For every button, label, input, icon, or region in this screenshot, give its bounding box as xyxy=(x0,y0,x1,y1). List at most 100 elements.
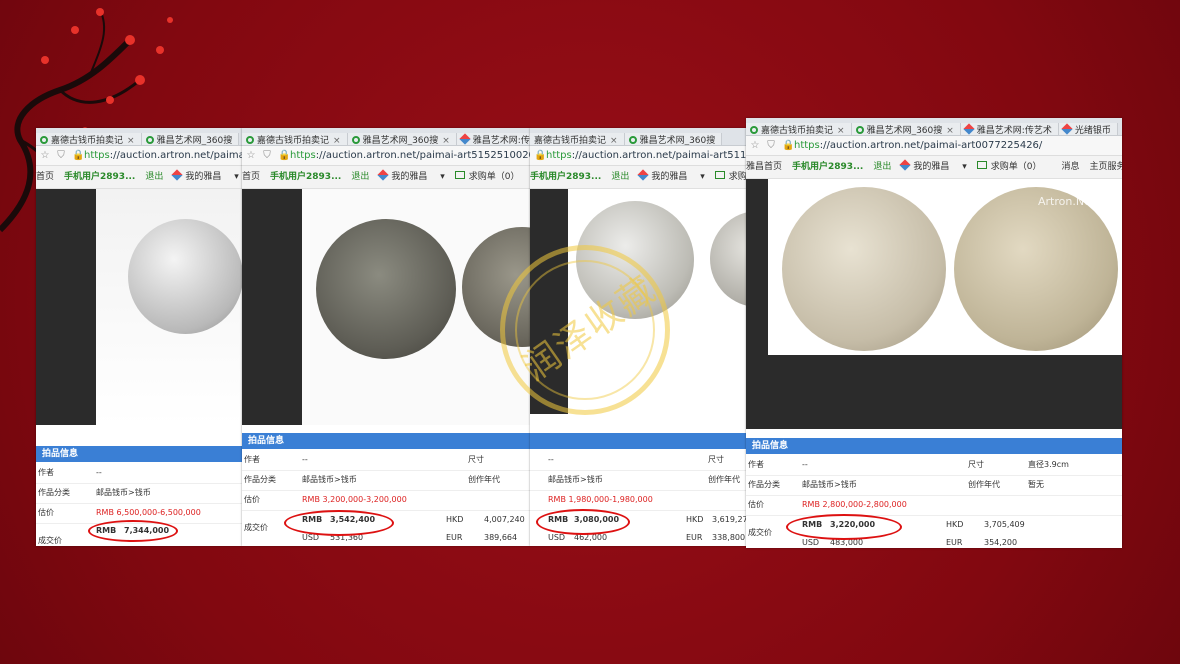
search-icon xyxy=(750,126,758,134)
site-nav: 首页 手机用户2893... 退出 我的雅昌 ▾ xyxy=(36,166,242,189)
screenshot-4: 嘉德古钱币拍卖记 × 雅昌艺术网_360搜 × 雅昌艺术网:传艺术 光绪银币 ☆ ⛉ 🔒htt… xyxy=(746,118,1122,548)
close-icon[interactable]: × xyxy=(946,126,954,135)
browser-tab[interactable]: 嘉德古钱币拍卖记 × xyxy=(36,133,142,145)
site-nav: 雅昌首页 手机用户2893... 退出 我的雅昌 ▾ 求购单（0） 消息 主页服务 xyxy=(746,156,1122,179)
nav-user[interactable]: 手机用户2893... xyxy=(792,162,863,172)
tab-label: 嘉德古钱币拍卖记 xyxy=(534,136,607,146)
cart-icon xyxy=(454,171,465,179)
browser-tab[interactable]: 雅昌艺术网_360搜 × xyxy=(347,133,457,145)
lock-icon: 🔒 xyxy=(782,140,795,151)
browser-tab[interactable]: 雅昌艺术网:传 xyxy=(456,133,530,146)
price-highlight-oval xyxy=(786,514,902,540)
address-bar[interactable]: ☆ ⛉ 🔒https://auction.artron.net/paimai-art… xyxy=(746,136,1122,156)
info-header: 拍品信息 xyxy=(746,438,1122,454)
browser-tab[interactable]: 嘉德古钱币拍卖记 × xyxy=(746,123,852,136)
tab-bar: 嘉德古钱币拍卖记 × 雅昌艺术网_360搜 × 雅昌艺术网:传艺术 光绪银币 xyxy=(746,118,1122,136)
nav-user[interactable]: 手机用户2893... xyxy=(530,172,601,182)
tab-bar: 嘉德古钱币拍卖记 × 雅昌艺术网_360搜 xyxy=(36,128,242,146)
tab-label: 雅昌艺术网:传艺术 xyxy=(976,126,1052,136)
search-icon xyxy=(351,136,360,144)
close-icon[interactable]: × xyxy=(127,136,135,145)
nav-buy[interactable]: 求购单（0） xyxy=(714,171,746,182)
lock-icon: 🔒 xyxy=(72,150,85,161)
nav-user[interactable]: 手机用户2893... xyxy=(64,172,135,182)
info-header: 拍品信息 xyxy=(242,433,530,449)
info-row-estimate: 估价 RMB 3,200,000-3,200,000 xyxy=(242,490,530,511)
site-nav: 首页 手机用户2893... 退出 我的雅昌 ▾ 求购单（0） xyxy=(242,166,530,189)
artron-logo-icon xyxy=(459,133,471,145)
price-highlight-oval xyxy=(536,509,630,535)
shield-icon: ⛉ xyxy=(767,140,775,151)
browser-tab[interactable]: 嘉德古钱币拍卖记 × xyxy=(242,133,348,146)
info-row-author: 作者 -- xyxy=(36,463,242,484)
star-icon[interactable]: ☆ xyxy=(40,146,50,165)
info-row-category: 作品分类 邮品钱币>钱币 创作年代 暂无 xyxy=(746,475,1122,496)
nav-home[interactable]: 首页 xyxy=(36,172,54,182)
nav-home[interactable]: 雅昌首页 xyxy=(746,162,782,172)
nav-my[interactable]: 我的雅昌 ▾ xyxy=(899,159,967,172)
browser-tab[interactable]: 雅昌艺术网_360搜 xyxy=(624,133,723,146)
browser-tab[interactable]: 雅昌艺术网:传艺术 xyxy=(960,123,1059,136)
info-header: 拍品信息 xyxy=(36,446,242,462)
coin-image xyxy=(36,189,242,425)
info-header xyxy=(530,433,746,449)
address-bar[interactable]: ☆ ⛉ 🔒https://auction.artron.net/paimai-art… xyxy=(242,146,530,166)
nav-logout[interactable]: 退出 xyxy=(351,172,369,182)
tab-label: 光绪银币 xyxy=(1074,126,1111,136)
star-icon[interactable]: ☆ xyxy=(750,136,760,155)
screenshot-2: 嘉德古钱币拍卖记 × 雅昌艺术网_360搜 × 雅昌艺术网:传 ☆ ⛉ 🔒https://a… xyxy=(242,128,530,546)
coin-reverse xyxy=(954,187,1118,351)
nav-home[interactable]: 首页 xyxy=(242,172,260,182)
search-icon xyxy=(628,136,637,144)
artron-logo-icon xyxy=(1061,123,1073,135)
info-row-author: -- 尺寸 xyxy=(530,450,746,471)
tab-label: 雅昌艺术网_360搜 xyxy=(639,136,716,146)
url-text: https://auction.artron.net/paimai-ar xyxy=(84,150,242,161)
info-row-estimate: RMB 1,980,000-1,980,000 xyxy=(530,490,746,511)
url-text: https://auction.artron.net/paimai-art511… xyxy=(546,150,746,161)
coin-image: Artron.Net xyxy=(746,179,1122,429)
nav-my[interactable]: 我的雅昌 ▾ xyxy=(377,169,445,182)
search-icon xyxy=(40,136,48,144)
artron-logo-icon xyxy=(637,169,649,181)
nav-my[interactable]: 我的雅昌 ▾ xyxy=(171,169,239,182)
nav-my[interactable]: 我的雅昌 ▾ xyxy=(637,169,705,182)
info-row-category: 作品分类 邮品钱币>钱币 创作年代 xyxy=(242,470,530,491)
artron-logo-icon xyxy=(377,169,390,181)
screenshot-1: 嘉德古钱币拍卖记 × 雅昌艺术网_360搜 ☆ ⛉ 🔒https://auction.a… xyxy=(36,128,242,546)
browser-tab[interactable]: 光绪银币 xyxy=(1058,123,1118,136)
url-text: https://auction.artron.net/paimai-art515… xyxy=(290,150,530,161)
nav-logout[interactable]: 退出 xyxy=(145,172,163,182)
cart-icon xyxy=(976,161,987,169)
browser-tab[interactable]: 雅昌艺术网_360搜 × xyxy=(851,123,961,135)
address-bar[interactable]: 🔒https://auction.artron.net/paimai-art51… xyxy=(530,146,746,166)
info-row-category: 邮品钱币>钱币 创作年代 xyxy=(530,470,746,491)
close-icon[interactable]: × xyxy=(837,126,845,135)
tab-label: 嘉德古钱币拍卖记 xyxy=(257,136,330,146)
shield-icon: ⛉ xyxy=(57,150,65,161)
coin-obverse xyxy=(782,187,946,351)
nav-buy[interactable]: 求购单（0） xyxy=(976,161,1052,172)
close-icon[interactable]: × xyxy=(442,136,450,145)
nav-logout[interactable]: 退出 xyxy=(611,172,629,182)
browser-tab[interactable]: 嘉德古钱币拍卖记 × xyxy=(530,133,625,146)
nav-home-service[interactable]: 主页服务 xyxy=(1090,162,1123,172)
tab-label: 雅昌艺术网:传 xyxy=(472,136,530,146)
lock-icon: 🔒 xyxy=(534,150,547,161)
address-bar[interactable]: ☆ ⛉ 🔒https://auction.artron.net/paimai-ar xyxy=(36,146,242,166)
artron-logo-icon xyxy=(963,123,975,135)
nav-logout[interactable]: 退出 xyxy=(873,162,891,172)
close-icon[interactable]: × xyxy=(610,136,618,145)
star-icon[interactable]: ☆ xyxy=(246,146,256,165)
browser-tab[interactable]: 雅昌艺术网_360搜 xyxy=(141,133,240,146)
close-icon[interactable]: × xyxy=(333,136,341,145)
artron-logo-icon xyxy=(171,169,184,181)
nav-user[interactable]: 手机用户2893... xyxy=(270,172,341,182)
nav-buy[interactable]: 求购单（0） xyxy=(454,171,530,182)
lock-icon: 🔒 xyxy=(278,150,291,161)
tab-label: 雅昌艺术网_360搜 xyxy=(156,136,233,146)
nav-messages[interactable]: 消息 xyxy=(1061,162,1079,172)
search-icon xyxy=(246,136,254,144)
coin-reverse xyxy=(316,219,456,359)
tab-label: 嘉德古钱币拍卖记 xyxy=(761,126,834,136)
